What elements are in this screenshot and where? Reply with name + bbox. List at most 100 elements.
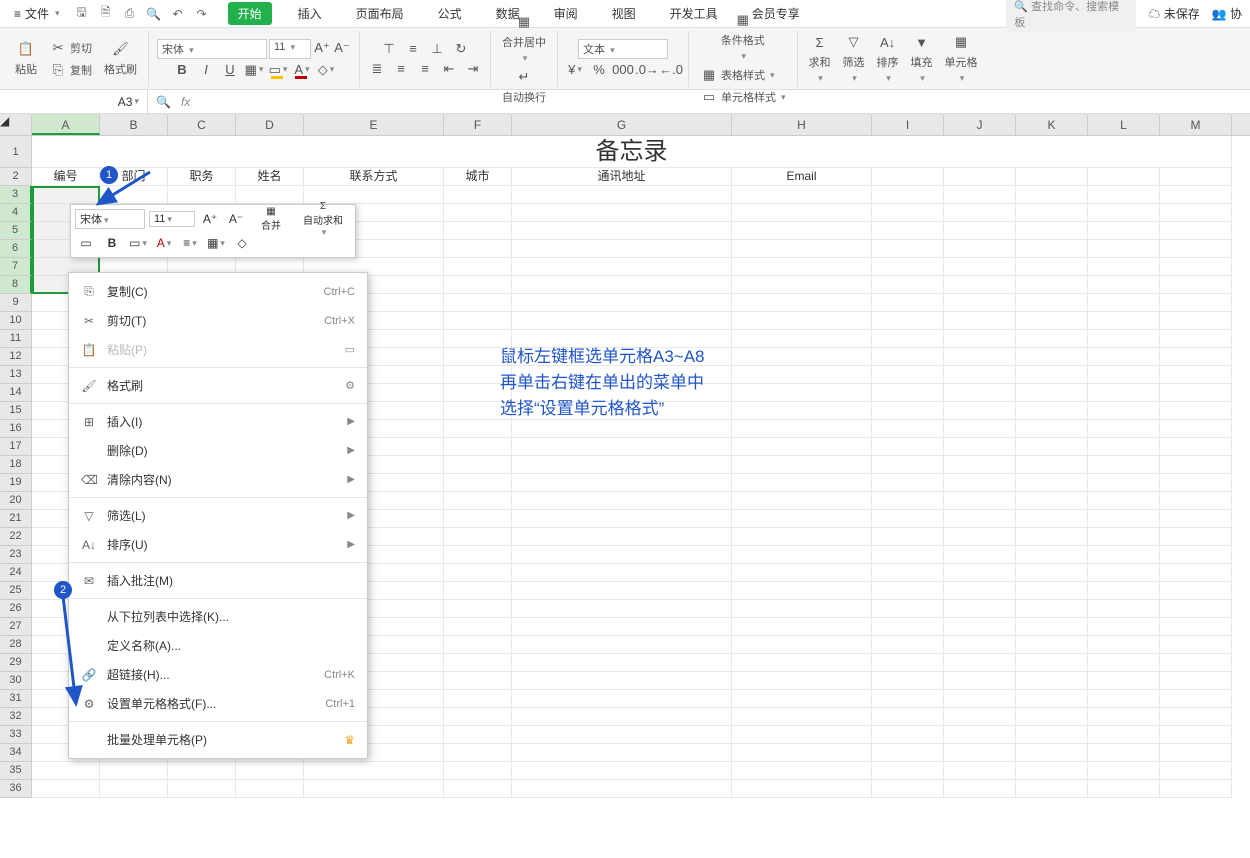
cell[interactable] xyxy=(236,780,304,798)
cell[interactable] xyxy=(1016,474,1088,492)
row-header[interactable]: 3 xyxy=(0,186,32,204)
cell[interactable] xyxy=(512,276,732,294)
cell[interactable] xyxy=(944,726,1016,744)
cell[interactable] xyxy=(1160,168,1232,186)
cell[interactable] xyxy=(1016,384,1088,402)
cell[interactable] xyxy=(512,690,732,708)
cell[interactable] xyxy=(872,258,944,276)
cell[interactable] xyxy=(168,762,236,780)
cell[interactable] xyxy=(1160,204,1232,222)
ctx-item[interactable]: ⌫清除内容(N)▶ xyxy=(69,465,367,494)
row-header[interactable]: 18 xyxy=(0,456,32,474)
cell[interactable] xyxy=(1016,510,1088,528)
ctx-item[interactable]: 🖌格式刷⚙ xyxy=(69,371,367,400)
cell[interactable] xyxy=(872,618,944,636)
cell[interactable] xyxy=(444,780,512,798)
col-header-H[interactable]: H xyxy=(732,114,872,135)
ctx-item[interactable]: 删除(D)▶ xyxy=(69,436,367,465)
cell[interactable] xyxy=(1016,258,1088,276)
cell[interactable] xyxy=(944,204,1016,222)
row-header[interactable]: 10 xyxy=(0,312,32,330)
cell[interactable] xyxy=(444,654,512,672)
cell[interactable] xyxy=(444,618,512,636)
font-color-button[interactable]: A▾ xyxy=(293,61,311,79)
tab-layout[interactable]: 页面布局 xyxy=(348,3,412,24)
cell[interactable] xyxy=(1088,690,1160,708)
cell[interactable] xyxy=(1088,366,1160,384)
cell[interactable] xyxy=(1088,294,1160,312)
cell[interactable] xyxy=(1088,510,1160,528)
table-style-button[interactable]: ▦表格样式▾ xyxy=(697,65,789,85)
cell[interactable]: 编号 xyxy=(32,168,100,186)
cell[interactable] xyxy=(1160,636,1232,654)
cell[interactable] xyxy=(444,744,512,762)
cell[interactable] xyxy=(512,726,732,744)
cell[interactable] xyxy=(944,258,1016,276)
decrease-font-icon[interactable]: A⁻ xyxy=(333,39,351,57)
cell[interactable] xyxy=(1016,456,1088,474)
tab-start[interactable]: 开始 xyxy=(228,2,272,25)
cell[interactable] xyxy=(732,240,872,258)
cell[interactable] xyxy=(444,600,512,618)
cell[interactable] xyxy=(732,402,872,420)
mini-align-button[interactable]: ≡▾ xyxy=(179,233,201,253)
cell[interactable] xyxy=(1160,240,1232,258)
cell[interactable] xyxy=(444,708,512,726)
cell[interactable] xyxy=(1160,222,1232,240)
row-header[interactable]: 32 xyxy=(0,708,32,726)
cell[interactable] xyxy=(732,366,872,384)
cell[interactable] xyxy=(944,546,1016,564)
cell[interactable] xyxy=(1016,582,1088,600)
cell[interactable] xyxy=(1160,582,1232,600)
mini-bold-button[interactable]: B xyxy=(101,233,123,253)
cell[interactable] xyxy=(1016,240,1088,258)
cell[interactable] xyxy=(1088,762,1160,780)
cell[interactable] xyxy=(872,762,944,780)
tab-review[interactable]: 审阅 xyxy=(546,3,586,24)
cell[interactable] xyxy=(1016,402,1088,420)
cell[interactable]: Email xyxy=(732,168,872,186)
cell[interactable] xyxy=(872,204,944,222)
align-right-icon[interactable]: ≡ xyxy=(416,60,434,78)
cell[interactable] xyxy=(1160,600,1232,618)
cell[interactable] xyxy=(1088,492,1160,510)
cell[interactable] xyxy=(872,546,944,564)
col-header-G[interactable]: G xyxy=(512,114,732,135)
cell[interactable] xyxy=(304,762,444,780)
dec-decimal-icon[interactable]: ←.0 xyxy=(662,61,680,79)
cell[interactable] xyxy=(944,492,1016,510)
cell[interactable] xyxy=(444,636,512,654)
indent-dec-icon[interactable]: ⇤ xyxy=(440,60,458,78)
cell[interactable] xyxy=(1088,168,1160,186)
cell[interactable] xyxy=(1016,726,1088,744)
cell[interactable] xyxy=(732,600,872,618)
cell[interactable] xyxy=(512,258,732,276)
cell[interactable] xyxy=(444,240,512,258)
cell[interactable] xyxy=(304,780,444,798)
cell[interactable] xyxy=(512,420,732,438)
fill-button[interactable]: ▼填充▾ xyxy=(908,32,936,85)
cell[interactable] xyxy=(236,186,304,204)
cell[interactable] xyxy=(872,708,944,726)
cell[interactable] xyxy=(512,762,732,780)
cell[interactable] xyxy=(1160,510,1232,528)
cell[interactable] xyxy=(872,222,944,240)
row-header[interactable]: 31 xyxy=(0,690,32,708)
mini-merge-button[interactable]: ▦合并 xyxy=(251,209,291,229)
cell[interactable] xyxy=(732,546,872,564)
cell[interactable] xyxy=(1088,672,1160,690)
cell[interactable] xyxy=(168,780,236,798)
row-header[interactable]: 7 xyxy=(0,258,32,276)
cell[interactable] xyxy=(444,510,512,528)
row-header[interactable]: 35 xyxy=(0,762,32,780)
tab-formula[interactable]: 公式 xyxy=(430,3,470,24)
row-header[interactable]: 36 xyxy=(0,780,32,798)
cell[interactable] xyxy=(1160,186,1232,204)
cell[interactable] xyxy=(1160,564,1232,582)
row-header[interactable]: 8 xyxy=(0,276,32,294)
cell[interactable]: 联系方式 xyxy=(304,168,444,186)
cell[interactable] xyxy=(1016,564,1088,582)
cell[interactable] xyxy=(1088,474,1160,492)
cell[interactable] xyxy=(944,456,1016,474)
cell[interactable] xyxy=(872,582,944,600)
